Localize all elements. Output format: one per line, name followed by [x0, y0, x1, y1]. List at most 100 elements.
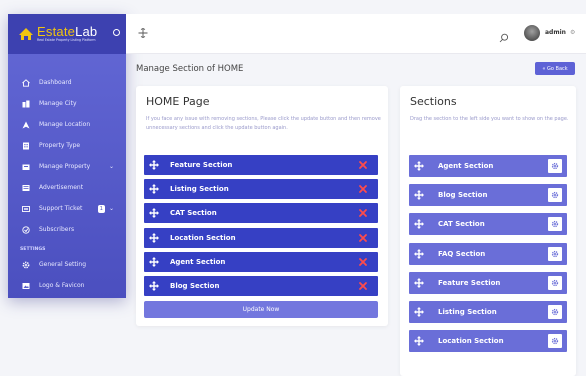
house-logo-icon [18, 27, 34, 41]
section-settings-button[interactable] [548, 305, 562, 319]
top-bar: admin ⚙ [126, 14, 586, 54]
menu-icon[interactable] [138, 27, 148, 39]
section-settings-button[interactable] [548, 276, 562, 290]
sidebar-item-label: Support Ticket [39, 205, 83, 212]
section-label: Location Section [170, 234, 236, 242]
sidebar-item-manage-location[interactable]: Manage Location [8, 114, 126, 135]
brand-name[interactable]: EstateLab [37, 25, 97, 38]
section-settings-button[interactable] [548, 217, 562, 231]
update-now-button[interactable]: Update Now [144, 301, 378, 318]
section-settings-button[interactable] [548, 188, 562, 202]
sidebar-item-general-setting[interactable]: General Setting [8, 254, 126, 275]
home-section-item[interactable]: Blog Section [144, 276, 378, 296]
page-title: Manage Section of HOME [136, 64, 244, 74]
move-icon[interactable] [414, 219, 424, 229]
gear-icon [22, 261, 30, 269]
home-section-item[interactable]: Location Section [144, 228, 378, 248]
sidebar-item-label: Manage Location [39, 121, 91, 128]
available-section-item[interactable]: FAQ Section [409, 243, 567, 265]
section-label: Agent Section [438, 162, 494, 170]
move-icon[interactable] [149, 160, 159, 170]
close-icon[interactable] [358, 184, 368, 194]
gear-icon [551, 337, 559, 345]
brand-name-accent: Lab [75, 24, 98, 40]
brand-text: EstateLab Real Estate Property Listing P… [37, 25, 97, 42]
available-section-item[interactable]: Agent Section [409, 155, 567, 177]
sidebar-item-label: Manage City [39, 100, 77, 107]
sidebar-item-support-ticket[interactable]: Support Ticket 1 ⌄ [8, 198, 126, 219]
section-label: FAQ Section [438, 250, 486, 258]
move-icon[interactable] [414, 307, 424, 317]
available-section-item[interactable]: Feature Section [409, 272, 567, 294]
subscribers-icon [22, 225, 30, 234]
home-section-item[interactable]: CAT Section [144, 203, 378, 223]
gear-icon [551, 191, 559, 199]
close-icon[interactable] [358, 281, 368, 291]
move-icon[interactable] [149, 281, 159, 291]
sidebar-settings-heading: SETTINGS [20, 247, 46, 252]
location-icon [22, 121, 30, 129]
move-icon[interactable] [414, 190, 424, 200]
section-label: Listing Section [170, 185, 229, 193]
close-icon[interactable] [358, 208, 368, 218]
close-icon[interactable] [358, 160, 368, 170]
sidebar-item-advertisement[interactable]: Advertisement [8, 177, 126, 198]
chevron-down-icon: ⌄ [108, 205, 114, 212]
move-icon[interactable] [149, 233, 159, 243]
home-section-item[interactable]: Feature Section [144, 155, 378, 175]
available-section-item[interactable]: CAT Section [409, 213, 567, 235]
section-settings-button[interactable] [548, 159, 562, 173]
section-label: Listing Section [438, 308, 497, 316]
gear-icon[interactable]: ⚙ [570, 29, 575, 36]
section-label: CAT Section [438, 220, 485, 228]
sidebar-item-property-type[interactable]: Property Type [8, 135, 126, 156]
sidebar: EstateLab Real Estate Property Listing P… [8, 14, 126, 298]
ticket-count-badge: 1 [97, 204, 105, 213]
section-label: Location Section [438, 337, 504, 345]
sidebar-item-subscribers[interactable]: Subscribers [8, 219, 126, 240]
section-settings-button[interactable] [548, 334, 562, 348]
move-icon[interactable] [414, 278, 424, 288]
gear-icon [551, 279, 559, 287]
brand-tagline: Real Estate Property Listing Platform [37, 38, 96, 43]
move-icon[interactable] [414, 336, 424, 346]
available-section-item[interactable]: Listing Section [409, 301, 567, 323]
brand-name-main: Estate [37, 24, 76, 40]
sidebar-item-label: Logo & Favicon [39, 282, 85, 289]
home-page-card: HOME Page If you face any issue with rem… [136, 86, 388, 326]
brand-bar: EstateLab Real Estate Property Listing P… [8, 14, 126, 54]
move-icon[interactable] [149, 208, 159, 218]
user-name[interactable]: admin [545, 29, 566, 36]
sidebar-item-label: Dashboard [39, 79, 72, 86]
available-section-item[interactable]: Location Section [409, 330, 567, 352]
section-label: Feature Section [438, 279, 501, 287]
search-icon[interactable] [499, 28, 509, 43]
sidebar-toggle-icon[interactable] [113, 29, 120, 36]
sidebar-item-manage-city[interactable]: Manage City [8, 93, 126, 114]
card-description: If you face any issue with removing sect… [146, 116, 381, 132]
section-label: Blog Section [438, 191, 488, 199]
move-icon[interactable] [414, 161, 424, 171]
move-icon[interactable] [149, 257, 159, 267]
available-section-item[interactable]: Blog Section [409, 184, 567, 206]
home-section-item[interactable]: Listing Section [144, 179, 378, 199]
move-icon[interactable] [414, 249, 424, 259]
close-icon[interactable] [358, 257, 368, 267]
sidebar-item-dashboard[interactable]: Dashboard [8, 72, 126, 93]
sidebar-item-manage-property[interactable]: Manage Property ⌄ [8, 156, 126, 177]
section-settings-button[interactable] [548, 247, 562, 261]
sections-card: Sections Drag the section to the left si… [400, 86, 576, 376]
sidebar-item-label: Advertisement [39, 184, 84, 191]
home-section-item[interactable]: Agent Section [144, 252, 378, 272]
move-icon[interactable] [149, 184, 159, 194]
section-label: Agent Section [170, 258, 226, 266]
avatar[interactable] [524, 25, 540, 41]
gear-icon [551, 162, 559, 170]
city-icon [22, 100, 30, 108]
image-icon [22, 282, 30, 290]
app-frame: EstateLab Real Estate Property Listing P… [0, 0, 586, 376]
section-label: Feature Section [170, 161, 233, 169]
sidebar-item-logo-favicon[interactable]: Logo & Favicon [8, 275, 126, 296]
go-back-button[interactable]: « Go Back [535, 62, 575, 75]
close-icon[interactable] [358, 233, 368, 243]
